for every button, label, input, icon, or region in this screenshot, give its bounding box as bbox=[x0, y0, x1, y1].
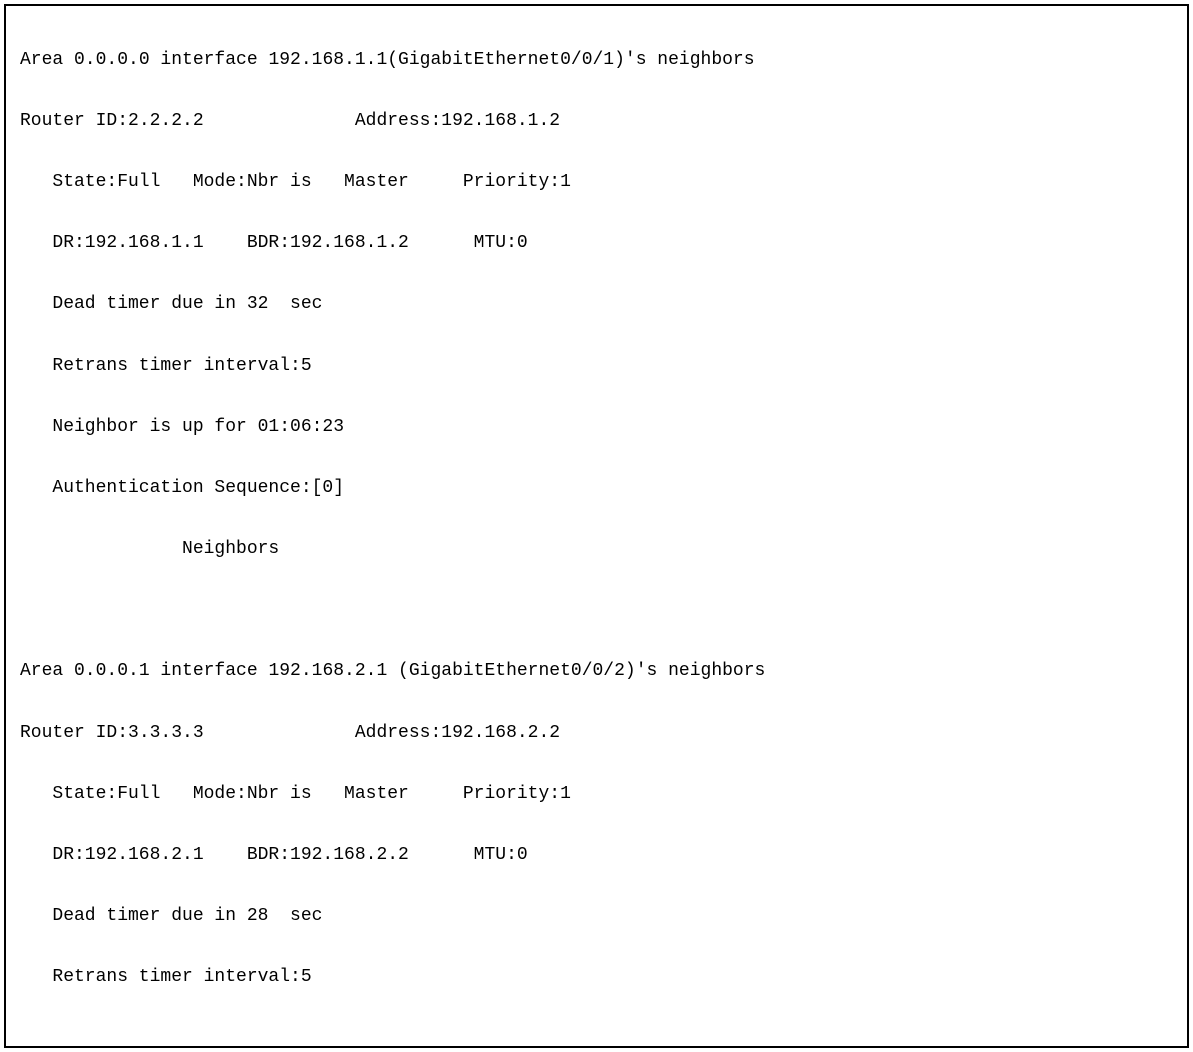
area1-uptime-line: Neighbor is up for 01:06:23 bbox=[20, 412, 1173, 443]
area2-dead-timer-line: Dead timer due in 28 sec bbox=[20, 901, 1173, 932]
area2-router-id-line: Router ID:3.3.3.3 Address:192.168.2.2 bbox=[20, 718, 1173, 749]
terminal-output: Area 0.0.0.0 interface 192.168.1.1(Gigab… bbox=[4, 4, 1189, 1048]
area2-state-line: State:Full Mode:Nbr is Master Priority:1 bbox=[20, 779, 1173, 810]
area1-dead-timer-line: Dead timer due in 32 sec bbox=[20, 289, 1173, 320]
area1-retrans-line: Retrans timer interval:5 bbox=[20, 351, 1173, 382]
area2-retrans-line: Retrans timer interval:5 bbox=[20, 962, 1173, 993]
neighbors-label: Neighbors bbox=[20, 534, 1173, 565]
area1-dr-line: DR:192.168.1.1 BDR:192.168.1.2 MTU:0 bbox=[20, 228, 1173, 259]
blank-line bbox=[20, 595, 1173, 626]
area2-dr-line: DR:192.168.2.1 BDR:192.168.2.2 MTU:0 bbox=[20, 840, 1173, 871]
area1-auth-line: Authentication Sequence:[0] bbox=[20, 473, 1173, 504]
area2-header: Area 0.0.0.1 interface 192.168.2.1 (Giga… bbox=[20, 656, 1173, 687]
area1-router-id-line: Router ID:2.2.2.2 Address:192.168.1.2 bbox=[20, 106, 1173, 137]
area1-header: Area 0.0.0.0 interface 192.168.1.1(Gigab… bbox=[20, 45, 1173, 76]
area1-state-line: State:Full Mode:Nbr is Master Priority:1 bbox=[20, 167, 1173, 198]
